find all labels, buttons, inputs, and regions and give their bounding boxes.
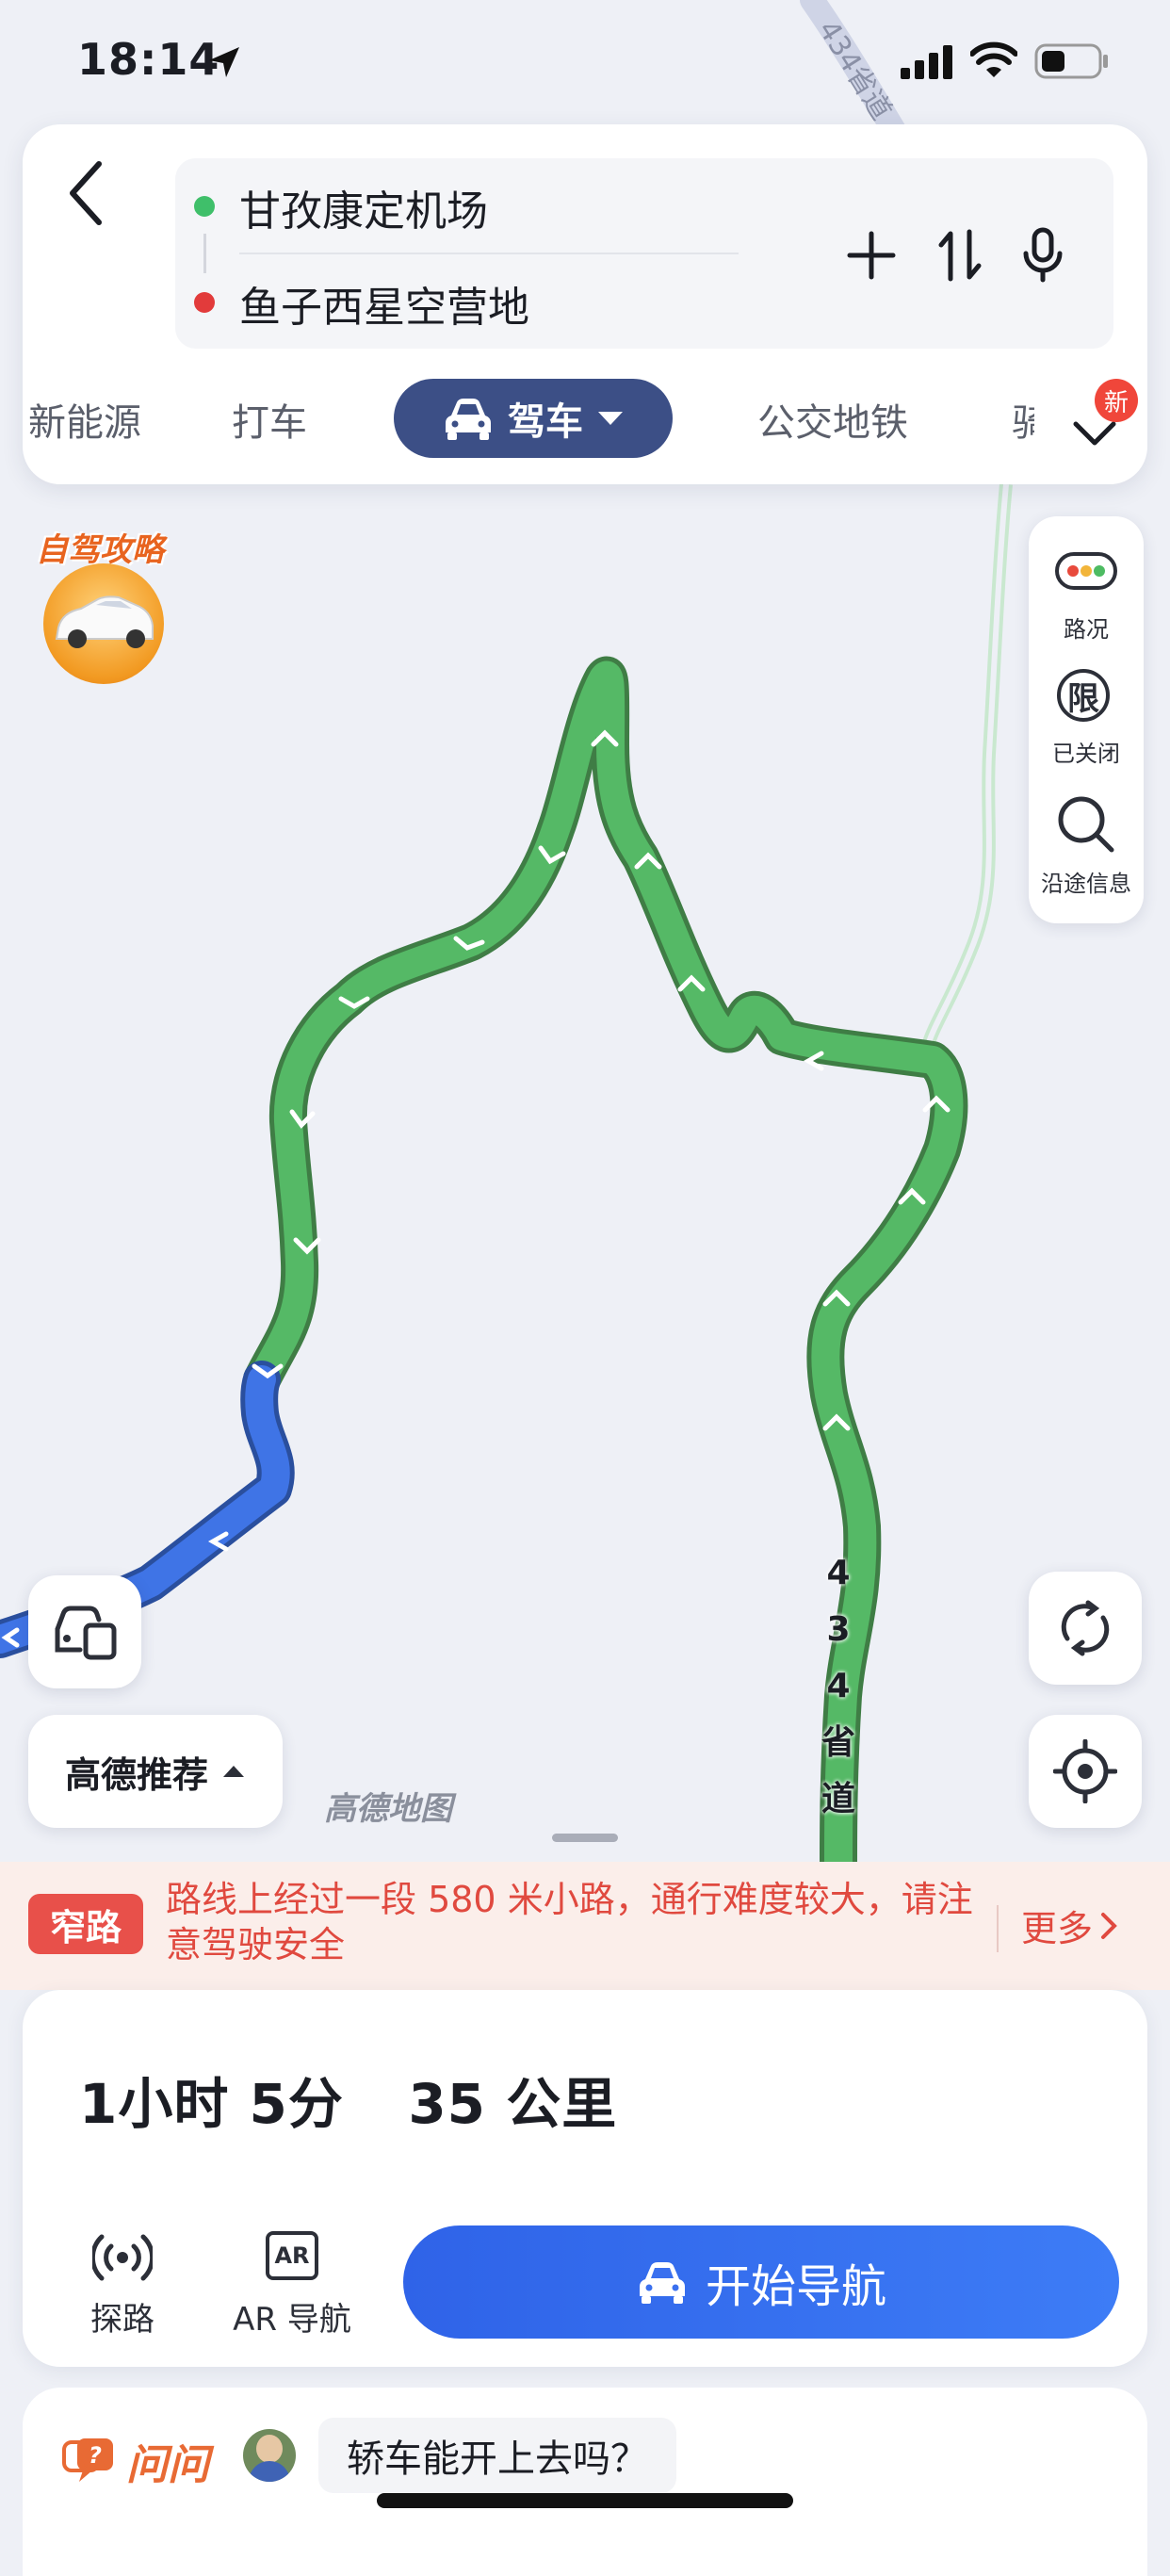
self-drive-promo-badge (43, 563, 164, 684)
top-road-label: 434省道 (811, 15, 898, 126)
origin-field[interactable]: 甘孜康定机场 (239, 177, 488, 237)
route-divider (239, 253, 739, 254)
refresh-route-button[interactable] (1029, 1572, 1142, 1685)
microphone-icon (1023, 227, 1063, 283)
tab-transit[interactable]: 公交地铁 (757, 392, 908, 447)
swap-route-button[interactable] (927, 222, 993, 288)
restriction-toggle[interactable]: 限 已关闭 (1029, 665, 1144, 771)
ar-navigation-button[interactable]: AR AR 导航 (226, 2231, 358, 2339)
battery-icon (1034, 43, 1108, 79)
route-summary: 1小时 5分 35 公里 (79, 2060, 617, 2139)
tab-drive-label: 驾车 (508, 400, 583, 444)
ar-navigation-label: AR 导航 (233, 2301, 351, 2339)
start-navigation-button[interactable]: 开始导航 (403, 2225, 1119, 2339)
voice-input-button[interactable] (1010, 222, 1076, 288)
tab-new-energy[interactable]: 新能源 (28, 392, 141, 447)
white-car-icon (55, 595, 154, 648)
radar-signal-icon (92, 2234, 153, 2281)
warning-text: 路线上经过一段 580 米小路，通行难度较大，请注意驾驶安全 (166, 1879, 973, 1965)
route-direction-arrows (1, 729, 951, 1648)
location-arrow-icon (209, 47, 239, 77)
question-chip[interactable]: 轿车能开上去吗？ (318, 2418, 676, 2493)
ar-icon: AR (266, 2231, 318, 2280)
ask-logo-label: 问问 (126, 2441, 209, 2489)
search-icon (1058, 796, 1114, 853)
recommend-label: 高德推荐 (64, 1753, 208, 1796)
add-waypoint-button[interactable] (838, 222, 904, 288)
vehicle-settings-button[interactable] (28, 1575, 141, 1688)
car-icon (639, 2262, 685, 2304)
route-distance: 35 公里 (408, 2072, 618, 2136)
route-duration: 1小时 5分 (79, 2072, 344, 2136)
start-navigation-label: 开始导航 (705, 2260, 886, 2313)
status-time: 18:14 (77, 34, 220, 85)
destination-dot (194, 292, 215, 313)
tab-taxi[interactable]: 打车 (232, 392, 307, 447)
car-device-icon (55, 1606, 117, 1660)
caret-up-icon (223, 1766, 244, 1777)
chevron-right-icon (1101, 1912, 1117, 1939)
crosshair-icon (1053, 1739, 1117, 1803)
warning-tag: 窄路 (28, 1894, 143, 1954)
restriction-icon: 限 (1057, 669, 1110, 722)
question-bubble-icon: ? (62, 2438, 113, 2482)
self-drive-guide-button[interactable]: 自驾攻略 (32, 524, 185, 684)
warning-separator (997, 1905, 999, 1952)
back-button[interactable] (53, 151, 119, 236)
locate-me-button[interactable] (1029, 1715, 1142, 1828)
plus-icon (847, 231, 896, 280)
refresh-icon (1061, 1600, 1110, 1656)
warning-more-link[interactable]: 更多 (1021, 1899, 1117, 1951)
avatar (243, 2429, 296, 2482)
tab-bike[interactable]: 骑 (1012, 392, 1034, 447)
new-badge: 新 (1095, 379, 1138, 422)
traffic-toggle[interactable]: 路况 (1029, 546, 1144, 646)
svg-text:?: ? (89, 2442, 102, 2469)
road-label-434: 4 3 4 省 道 (821, 1554, 855, 1818)
chevron-down-icon (1073, 421, 1116, 446)
back-arrow-icon (70, 161, 102, 225)
car-icon (446, 399, 491, 440)
caret-down-icon (598, 412, 623, 425)
wifi-icon (970, 41, 1017, 77)
ask-logo[interactable]: ? 问问 (62, 2431, 209, 2491)
swap-arrows-icon (938, 229, 982, 282)
recommend-dropdown[interactable]: 高德推荐 (28, 1715, 283, 1828)
tab-drive[interactable]: 驾车 (394, 379, 673, 458)
home-indicator[interactable] (377, 2493, 793, 2508)
along-route-button[interactable]: 沿途信息 (1029, 793, 1144, 899)
destination-field[interactable]: 鱼子西星空营地 (239, 273, 529, 334)
sheet-drag-handle[interactable] (552, 1834, 618, 1842)
traffic-light-icon (1055, 552, 1117, 590)
cellular-signal-icon (901, 45, 952, 79)
route-connector-line (203, 234, 206, 273)
restriction-label: 已关闭 (1052, 741, 1120, 767)
traffic-label: 路况 (1064, 616, 1109, 643)
map-watermark: 高德地图 (324, 1790, 452, 1828)
origin-dot (194, 196, 215, 217)
along-route-label: 沿途信息 (1041, 871, 1131, 897)
explore-road-button[interactable]: 探路 (77, 2231, 168, 2339)
explore-road-label: 探路 (90, 2301, 154, 2339)
